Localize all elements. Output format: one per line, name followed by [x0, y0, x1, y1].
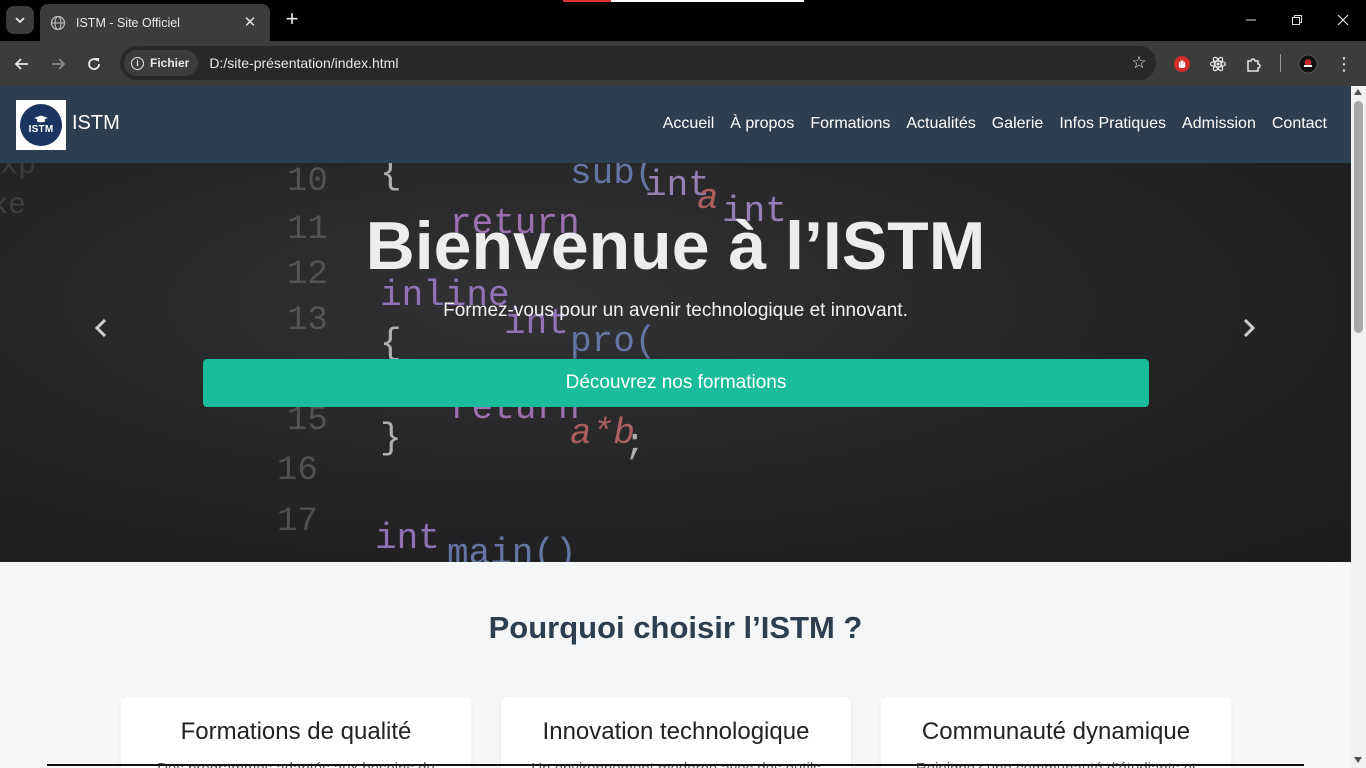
feature-card-community: Communauté dynamique Rejoignez une commu…	[881, 697, 1231, 768]
nav-actualites[interactable]: Actualités	[906, 115, 975, 133]
nav-accueil[interactable]: Accueil	[663, 115, 715, 133]
chevron-down-icon	[15, 17, 25, 24]
nav-galerie[interactable]: Galerie	[992, 115, 1044, 133]
globe-icon	[50, 15, 66, 30]
reload-icon	[88, 58, 100, 70]
hand-extension-icon	[1174, 56, 1190, 72]
scroll-down-arrow[interactable]	[1354, 757, 1362, 763]
feature-card-title: Innovation technologique	[542, 718, 810, 745]
discover-formations-button[interactable]: Découvrez nos formations	[203, 359, 1149, 407]
extensions-button[interactable]	[1242, 52, 1266, 76]
new-tab-button[interactable]: +	[280, 8, 304, 32]
hero-title: Bienvenue à l’ISTM	[365, 208, 986, 284]
site-info-label: Fichier	[150, 56, 190, 70]
logo-text: ISTM	[28, 124, 54, 135]
logo-badge: ISTM	[20, 104, 62, 146]
browser-tab[interactable]: ISTM - Site Officiel ✕	[40, 4, 270, 41]
star-icon[interactable]: ☆	[1122, 53, 1156, 73]
toolbar-divider	[1280, 54, 1281, 72]
feature-card-quality: Formations de qualité Des programmes ada…	[121, 697, 471, 768]
react-extension-icon	[1209, 56, 1227, 72]
minimize-icon	[1246, 19, 1256, 21]
feature-card-title: Formations de qualité	[180, 718, 412, 745]
loading-indicator	[563, 0, 804, 2]
brand-name[interactable]: ISTM	[72, 112, 120, 135]
address-bar[interactable]: i Fichier D:/site-présentation/index.htm…	[120, 46, 1156, 80]
close-window-button[interactable]	[1320, 0, 1366, 40]
minimize-button[interactable]	[1228, 0, 1274, 40]
graduation-cap-icon	[34, 115, 48, 123]
hand-extension-button[interactable]	[1170, 52, 1194, 76]
feature-card-title: Communauté dynamique	[921, 718, 1191, 745]
feature-card-innovation: Innovation technologique Un environnemen…	[501, 697, 851, 768]
hero-subtitle: Formez-vous pour un avenir technologique…	[443, 300, 908, 321]
hero-carousel: 10 11 12 13 15 16 17 xe xp { sub( int a …	[0, 163, 1351, 562]
scroll-up-arrow[interactable]	[1354, 89, 1362, 95]
why-section-title: Pourquoi choisir l’ISTM ?	[488, 610, 863, 645]
main-nav: Accueil À propos Formations Actualités G…	[647, 115, 1327, 133]
site-info-chip[interactable]: i Fichier	[124, 50, 199, 76]
nav-contact[interactable]: Contact	[1272, 115, 1327, 133]
forward-icon	[52, 58, 66, 70]
site-logo[interactable]: ISTM	[16, 100, 66, 150]
bottom-divider	[47, 764, 1304, 766]
profile-icon	[1298, 54, 1318, 74]
url-text[interactable]: D:/site-présentation/index.html	[209, 55, 1122, 71]
page-viewport: ISTM ISTM Accueil À propos Formations Ac…	[0, 86, 1366, 768]
close-window-icon	[1337, 14, 1349, 26]
nav-admission[interactable]: Admission	[1182, 115, 1256, 133]
puzzle-icon	[1247, 58, 1261, 72]
browser-toolbar: i Fichier D:/site-présentation/index.htm…	[0, 41, 1366, 86]
restore-icon	[1292, 15, 1302, 25]
react-extension-button[interactable]	[1206, 52, 1230, 76]
restore-button[interactable]	[1274, 0, 1320, 40]
close-icon[interactable]: ✕	[240, 13, 260, 33]
tab-search-button[interactable]	[6, 6, 34, 34]
nav-a-propos[interactable]: À propos	[730, 115, 794, 133]
nav-formations[interactable]: Formations	[810, 115, 890, 133]
nav-infos-pratiques[interactable]: Infos Pratiques	[1059, 115, 1166, 133]
tab-title: ISTM - Site Officiel	[76, 15, 180, 30]
back-button[interactable]	[9, 51, 35, 77]
info-icon: i	[131, 56, 144, 70]
profile-button[interactable]	[1296, 52, 1320, 76]
forward-button[interactable]	[45, 51, 71, 77]
site-header: ISTM ISTM Accueil À propos Formations Ac…	[0, 86, 1351, 163]
browser-tab-bar: ISTM - Site Officiel ✕ +	[0, 0, 1366, 41]
back-icon	[14, 58, 28, 70]
page-scrollbar[interactable]	[1351, 86, 1366, 768]
kebab-menu-icon[interactable]: ⋮	[1332, 52, 1356, 76]
reload-button[interactable]	[81, 51, 107, 77]
scrollbar-thumb[interactable]	[1354, 101, 1363, 333]
